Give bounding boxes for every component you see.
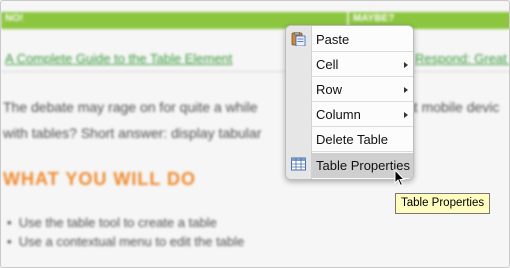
pointer-arrow-icon [394, 169, 406, 187]
bullet-text: Use a contextual menu to edit the table [18, 234, 245, 249]
guide-link[interactable]: A Complete Guide to the Table Element [5, 51, 232, 66]
row-divider [1, 71, 509, 72]
header-cell-left: NO! [5, 13, 24, 24]
menu-item-label: Paste [316, 32, 350, 47]
menu-item-delete-table[interactable]: Delete Table [311, 127, 413, 152]
context-menu: Paste Cell Row Column Delete Table Table… [285, 25, 414, 180]
table-icon [291, 157, 306, 171]
tooltip: Table Properties [395, 193, 491, 214]
menu-item-label: Cell [316, 57, 339, 72]
submenu-arrow-icon [404, 112, 408, 118]
bullet-item: • Use the table tool to create a table [7, 215, 217, 230]
paragraph-line-1: The debate may rage on for quite a while [3, 99, 258, 115]
menu-item-cell[interactable]: Cell [311, 52, 413, 77]
paragraph-line-2: with tables? Short answer: display tabul… [3, 125, 262, 141]
section-heading: WHAT YOU WILL DO [3, 169, 196, 189]
menu-item-label: Delete Table [316, 132, 389, 147]
menu-item-paste[interactable]: Paste [311, 27, 413, 52]
header-cell-right: MAYBE? [353, 13, 395, 24]
clipboard-icon [291, 32, 306, 46]
screenshot-frame: NO! MAYBE? A Complete Guide to the Table… [0, 0, 510, 268]
paragraph-line-1-right: at mobile devic [406, 99, 500, 115]
menu-item-row[interactable]: Row [311, 77, 413, 102]
menu-item-label: Row [316, 82, 343, 97]
bullet-item: • Use a contextual menu to edit the tabl… [7, 234, 245, 249]
submenu-arrow-icon [404, 87, 408, 93]
table-header-row: NO! MAYBE? [1, 12, 509, 29]
menu-item-label: Column [316, 107, 361, 122]
submenu-arrow-icon [404, 62, 408, 68]
background-page: NO! MAYBE? A Complete Guide to the Table… [1, 1, 509, 267]
bullet-text: Use the table tool to create a table [18, 215, 217, 230]
menu-item-column[interactable]: Column [311, 102, 413, 127]
respond-link[interactable]: Respond: Great R [415, 51, 509, 66]
